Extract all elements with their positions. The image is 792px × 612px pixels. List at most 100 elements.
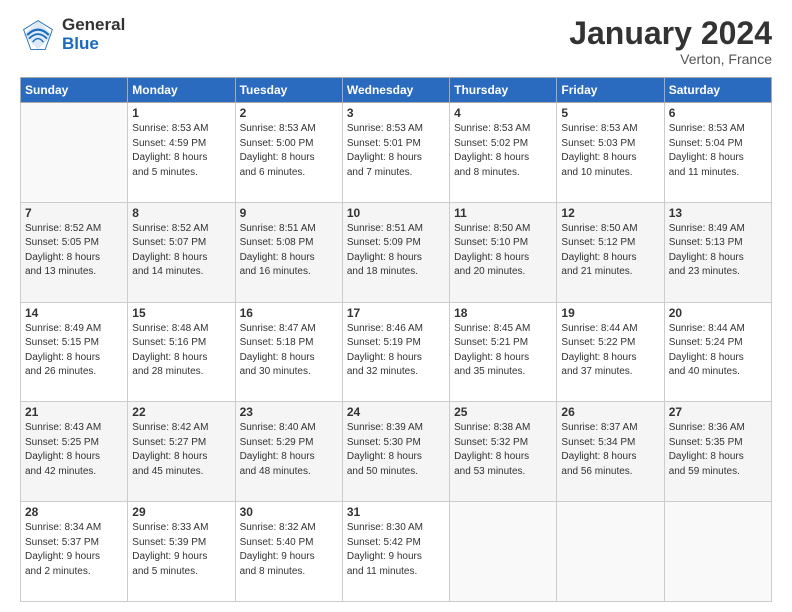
calendar-body: 1 Sunrise: 8:53 AM Sunset: 4:59 PM Daylig… xyxy=(21,103,772,602)
day-cell: 29 Sunrise: 8:33 AM Sunset: 5:39 PM Dayli… xyxy=(128,502,235,602)
day-number: 6 xyxy=(669,106,767,120)
day-number: 8 xyxy=(132,206,230,220)
day-cell: 13 Sunrise: 8:49 AM Sunset: 5:13 PM Dayli… xyxy=(664,202,771,302)
day-number: 27 xyxy=(669,405,767,419)
day-cell: 28Sunrise: 8:34 AM Sunset: 5:37 PM Dayli… xyxy=(21,502,128,602)
day-number: 21 xyxy=(25,405,123,419)
day-number: 12 xyxy=(561,206,659,220)
day-number: 3 xyxy=(347,106,445,120)
logo-blue-text: Blue xyxy=(62,35,125,54)
day-cell: 9 Sunrise: 8:51 AM Sunset: 5:08 PM Daylig… xyxy=(235,202,342,302)
weekday-header-row: SundayMondayTuesdayWednesdayThursdayFrid… xyxy=(21,78,772,103)
day-cell: 23 Sunrise: 8:40 AM Sunset: 5:29 PM Dayli… xyxy=(235,402,342,502)
day-info: Sunrise: 8:47 AM Sunset: 5:18 PM Dayligh… xyxy=(240,322,338,380)
day-info: Sunrise: 8:53 AM Sunset: 4:59 PM Dayligh… xyxy=(132,122,230,180)
day-info: Sunrise: 8:51 AM Sunset: 5:09 PM Dayligh… xyxy=(347,222,445,280)
weekday-header-monday: Monday xyxy=(128,78,235,103)
day-info: Sunrise: 8:48 AM Sunset: 5:16 PM Dayligh… xyxy=(132,322,230,380)
day-number: 7 xyxy=(25,206,123,220)
day-number: 13 xyxy=(669,206,767,220)
day-info: Sunrise: 8:53 AM Sunset: 5:03 PM Dayligh… xyxy=(561,122,659,180)
day-cell: 5 Sunrise: 8:53 AM Sunset: 5:03 PM Daylig… xyxy=(557,103,664,203)
day-cell: 17 Sunrise: 8:46 AM Sunset: 5:19 PM Dayli… xyxy=(342,302,449,402)
day-cell: 4Sunrise: 8:53 AM Sunset: 5:02 PM Daylig… xyxy=(450,103,557,203)
day-info: Sunrise: 8:51 AM Sunset: 5:08 PM Dayligh… xyxy=(240,222,338,280)
day-info: Sunrise: 8:53 AM Sunset: 5:02 PM Dayligh… xyxy=(454,122,552,180)
header: General Blue January 2024 Verton, France xyxy=(20,16,772,67)
day-number: 10 xyxy=(347,206,445,220)
day-info: Sunrise: 8:53 AM Sunset: 5:00 PM Dayligh… xyxy=(240,122,338,180)
day-info: Sunrise: 8:42 AM Sunset: 5:27 PM Dayligh… xyxy=(132,421,230,479)
day-number: 22 xyxy=(132,405,230,419)
day-number: 17 xyxy=(347,306,445,320)
day-number: 11 xyxy=(454,206,552,220)
weekday-header-sunday: Sunday xyxy=(21,78,128,103)
day-cell: 21 Sunrise: 8:43 AM Sunset: 5:25 PM Dayli… xyxy=(21,402,128,502)
logo: General Blue xyxy=(20,16,125,53)
day-info: Sunrise: 8:36 AM Sunset: 5:35 PM Dayligh… xyxy=(669,421,767,479)
logo-text: General Blue xyxy=(62,16,125,53)
day-cell: 15 Sunrise: 8:48 AM Sunset: 5:16 PM Dayli… xyxy=(128,302,235,402)
day-info: Sunrise: 8:49 AM Sunset: 5:15 PM Dayligh… xyxy=(25,322,123,380)
day-number: 28 xyxy=(25,505,123,519)
page: General Blue January 2024 Verton, France… xyxy=(0,0,792,612)
day-number: 23 xyxy=(240,405,338,419)
day-number: 9 xyxy=(240,206,338,220)
day-number: 20 xyxy=(669,306,767,320)
day-cell: 2 Sunrise: 8:53 AM Sunset: 5:00 PM Daylig… xyxy=(235,103,342,203)
day-number: 31 xyxy=(347,505,445,519)
day-cell: 12 Sunrise: 8:50 AM Sunset: 5:12 PM Dayli… xyxy=(557,202,664,302)
day-number: 24 xyxy=(347,405,445,419)
day-info: Sunrise: 8:33 AM Sunset: 5:39 PM Dayligh… xyxy=(132,521,230,579)
day-cell: 22 Sunrise: 8:42 AM Sunset: 5:27 PM Dayli… xyxy=(128,402,235,502)
day-number: 29 xyxy=(132,505,230,519)
day-info: Sunrise: 8:40 AM Sunset: 5:29 PM Dayligh… xyxy=(240,421,338,479)
day-number: 15 xyxy=(132,306,230,320)
day-info: Sunrise: 8:38 AM Sunset: 5:32 PM Dayligh… xyxy=(454,421,552,479)
day-info: Sunrise: 8:43 AM Sunset: 5:25 PM Dayligh… xyxy=(25,421,123,479)
main-title: January 2024 xyxy=(569,16,772,51)
day-number: 5 xyxy=(561,106,659,120)
day-cell: 27 Sunrise: 8:36 AM Sunset: 5:35 PM Dayli… xyxy=(664,402,771,502)
day-cell: 16Sunrise: 8:47 AM Sunset: 5:18 PM Dayli… xyxy=(235,302,342,402)
day-info: Sunrise: 8:44 AM Sunset: 5:24 PM Dayligh… xyxy=(669,322,767,380)
day-cell xyxy=(450,502,557,602)
location-subtitle: Verton, France xyxy=(569,51,772,67)
week-row-3: 14 Sunrise: 8:49 AM Sunset: 5:15 PM Dayli… xyxy=(21,302,772,402)
day-cell: 11 Sunrise: 8:50 AM Sunset: 5:10 PM Dayli… xyxy=(450,202,557,302)
logo-general-text: General xyxy=(62,16,125,35)
weekday-header-friday: Friday xyxy=(557,78,664,103)
week-row-4: 21 Sunrise: 8:43 AM Sunset: 5:25 PM Dayli… xyxy=(21,402,772,502)
logo-icon xyxy=(20,17,56,53)
week-row-2: 7 Sunrise: 8:52 AM Sunset: 5:05 PM Daylig… xyxy=(21,202,772,302)
week-row-5: 28Sunrise: 8:34 AM Sunset: 5:37 PM Dayli… xyxy=(21,502,772,602)
day-info: Sunrise: 8:52 AM Sunset: 5:05 PM Dayligh… xyxy=(25,222,123,280)
day-cell: 19Sunrise: 8:44 AM Sunset: 5:22 PM Dayli… xyxy=(557,302,664,402)
day-cell: 31 Sunrise: 8:30 AM Sunset: 5:42 PM Dayli… xyxy=(342,502,449,602)
day-info: Sunrise: 8:45 AM Sunset: 5:21 PM Dayligh… xyxy=(454,322,552,380)
day-info: Sunrise: 8:39 AM Sunset: 5:30 PM Dayligh… xyxy=(347,421,445,479)
day-number: 14 xyxy=(25,306,123,320)
day-info: Sunrise: 8:44 AM Sunset: 5:22 PM Dayligh… xyxy=(561,322,659,380)
day-info: Sunrise: 8:46 AM Sunset: 5:19 PM Dayligh… xyxy=(347,322,445,380)
day-number: 30 xyxy=(240,505,338,519)
day-cell: 20 Sunrise: 8:44 AM Sunset: 5:24 PM Dayli… xyxy=(664,302,771,402)
day-number: 2 xyxy=(240,106,338,120)
calendar-table: SundayMondayTuesdayWednesdayThursdayFrid… xyxy=(20,77,772,602)
day-cell xyxy=(664,502,771,602)
day-info: Sunrise: 8:30 AM Sunset: 5:42 PM Dayligh… xyxy=(347,521,445,579)
day-info: Sunrise: 8:50 AM Sunset: 5:12 PM Dayligh… xyxy=(561,222,659,280)
day-cell: 3Sunrise: 8:53 AM Sunset: 5:01 PM Daylig… xyxy=(342,103,449,203)
day-cell: 18 Sunrise: 8:45 AM Sunset: 5:21 PM Dayli… xyxy=(450,302,557,402)
day-number: 1 xyxy=(132,106,230,120)
day-info: Sunrise: 8:32 AM Sunset: 5:40 PM Dayligh… xyxy=(240,521,338,579)
day-info: Sunrise: 8:49 AM Sunset: 5:13 PM Dayligh… xyxy=(669,222,767,280)
day-info: Sunrise: 8:50 AM Sunset: 5:10 PM Dayligh… xyxy=(454,222,552,280)
day-number: 18 xyxy=(454,306,552,320)
day-info: Sunrise: 8:52 AM Sunset: 5:07 PM Dayligh… xyxy=(132,222,230,280)
day-number: 26 xyxy=(561,405,659,419)
day-cell: 8 Sunrise: 8:52 AM Sunset: 5:07 PM Daylig… xyxy=(128,202,235,302)
day-cell xyxy=(557,502,664,602)
weekday-header-thursday: Thursday xyxy=(450,78,557,103)
week-row-1: 1 Sunrise: 8:53 AM Sunset: 4:59 PM Daylig… xyxy=(21,103,772,203)
